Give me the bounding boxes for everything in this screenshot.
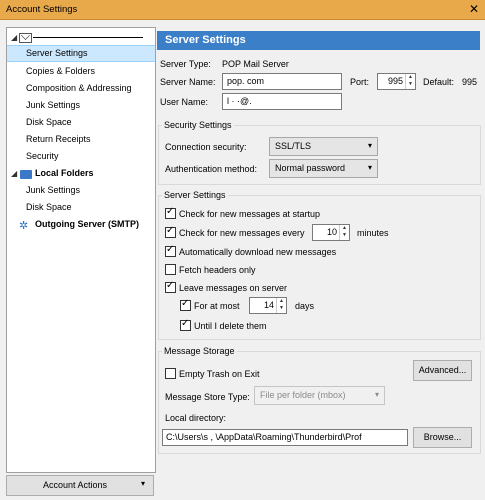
auto-download-checkbox[interactable] (165, 244, 176, 257)
tree-item-label: Junk Settings (26, 185, 81, 195)
user-name-input[interactable]: l · ·@. (222, 93, 342, 110)
store-type-select[interactable]: File per folder (mbox) ▾ (254, 386, 385, 405)
connection-security-select[interactable]: SSL/TLS ▾ (269, 137, 378, 156)
check-interval-stepper[interactable]: 10 ▲ ▼ (312, 224, 350, 241)
smtp-icon: ✲ (19, 220, 29, 232)
tree-item-composition[interactable]: Composition & Addressing (7, 80, 155, 97)
account-name-redacted (33, 37, 143, 38)
local-directory-input[interactable]: C:\Users\s , \AppData\Roaming\Thunderbir… (162, 429, 408, 446)
tree-item-local-disk-space[interactable]: Disk Space (7, 199, 155, 216)
store-type-label: Message Store Type: (165, 392, 250, 402)
browse-button[interactable]: Browse... (413, 427, 472, 448)
window-title: Account Settings (6, 4, 78, 15)
tree-outgoing-server[interactable]: ✲ Outgoing Server (SMTP) (7, 216, 155, 233)
auth-method-label: Authentication method: (165, 164, 258, 174)
stepper-arrows-icon[interactable]: ▲ ▼ (276, 298, 286, 313)
fetch-headers-label[interactable]: Fetch headers only (179, 265, 256, 275)
tree-item-label: Outgoing Server (SMTP) (35, 219, 140, 229)
tree-item-junk-settings[interactable]: Junk Settings (7, 97, 155, 114)
empty-trash-checkbox[interactable] (165, 368, 176, 379)
days-value: 14 (263, 300, 274, 310)
until-delete-label[interactable]: Until I delete them (194, 321, 267, 331)
tree-item-label: Return Receipts (26, 134, 91, 144)
connection-security-label: Connection security: (165, 142, 247, 152)
port-label: Port: (350, 77, 370, 87)
check-interval-value: 10 (326, 227, 337, 237)
account-actions-button[interactable]: Account Actions ▾ (6, 475, 154, 496)
account-tree[interactable]: ◢ Server Settings Copies & Folders Compo… (6, 27, 156, 473)
close-icon[interactable]: ✕ (469, 2, 479, 16)
leave-on-server-checkbox[interactable] (165, 280, 176, 293)
local-directory-value: C:\Users\s , \AppData\Roaming\Thunderbir… (166, 432, 362, 442)
tree-item-label: Disk Space (26, 117, 72, 127)
chevron-down-icon: ▾ (367, 141, 372, 150)
folder-icon (20, 170, 32, 179)
advanced-button[interactable]: Advanced... (413, 360, 472, 381)
for-at-most-checkbox[interactable] (180, 298, 191, 311)
days-stepper[interactable]: 14 ▲ ▼ (249, 297, 287, 314)
tree-item-label: Security (26, 151, 59, 161)
local-directory-label: Local directory: (165, 413, 227, 423)
page-title: Server Settings (165, 34, 246, 46)
chevron-down-icon: ▾ (374, 390, 379, 399)
check-startup-checkbox[interactable] (165, 206, 176, 219)
tree-item-label: Composition & Addressing (26, 83, 132, 93)
chevron-down-icon: ▾ (367, 163, 372, 172)
check-every-checkbox[interactable] (165, 225, 176, 238)
message-storage-title: Message Storage (162, 346, 237, 356)
tree-item-copies-folders[interactable]: Copies & Folders (7, 63, 155, 80)
title-bar: Account Settings ✕ (0, 0, 485, 20)
browse-button-label: Browse... (423, 432, 462, 442)
security-settings-title: Security Settings (162, 120, 234, 130)
server-settings-title: Server Settings (162, 190, 228, 200)
tree-item-label: Junk Settings (26, 100, 81, 110)
port-stepper[interactable]: 995 ▲ ▼ (377, 73, 416, 90)
empty-trash-label[interactable]: Empty Trash on Exit (179, 369, 260, 379)
tree-item-label: Local Folders (35, 168, 94, 178)
tree-local-folders[interactable]: ◢ Local Folders (7, 165, 155, 182)
dropdown-arrow-icon: ▾ (140, 479, 145, 488)
minutes-label: minutes (357, 228, 389, 238)
mail-account-icon (19, 33, 32, 43)
collapse-icon[interactable]: ◢ (11, 29, 17, 46)
tree-item-label: Copies & Folders (26, 66, 96, 76)
tree-item-label: Server Settings (26, 48, 88, 58)
tree-item-server-settings[interactable]: Server Settings (7, 45, 155, 62)
store-type-value: File per folder (mbox) (260, 390, 346, 400)
default-port-label: Default: (423, 77, 455, 87)
stepper-arrows-icon[interactable]: ▲ ▼ (405, 74, 415, 89)
tree-item-label: Disk Space (26, 202, 72, 212)
connection-security-value: SSL/TLS (275, 141, 312, 151)
account-actions-label: Account Actions (43, 480, 108, 490)
default-port-value: 995 (462, 77, 478, 87)
check-every-label[interactable]: Check for new messages every (179, 228, 305, 238)
tree-item-disk-space[interactable]: Disk Space (7, 114, 155, 131)
user-name-value: l · ·@. (227, 96, 252, 106)
server-type-label: Server Type: (160, 59, 211, 69)
tree-account-root[interactable]: ◢ (7, 29, 155, 46)
tree-item-security[interactable]: Security (7, 148, 155, 165)
check-startup-label[interactable]: Check for new messages at startup (179, 209, 320, 219)
auth-method-select[interactable]: Normal password ▾ (269, 159, 378, 178)
collapse-icon[interactable]: ◢ (11, 165, 17, 182)
port-value: 995 (387, 76, 403, 86)
server-name-label: Server Name: (160, 77, 216, 87)
tree-item-return-receipts[interactable]: Return Receipts (7, 131, 155, 148)
tree-item-local-junk[interactable]: Junk Settings (7, 182, 155, 199)
fetch-headers-checkbox[interactable] (165, 264, 176, 275)
server-type-value: POP Mail Server (222, 59, 289, 69)
user-name-label: User Name: (160, 97, 209, 107)
server-name-value: pop. com (227, 76, 265, 86)
advanced-button-label: Advanced... (418, 365, 467, 375)
for-at-most-label[interactable]: For at most (194, 301, 240, 311)
days-label: days (295, 301, 315, 311)
panel-header: Server Settings (157, 31, 480, 50)
until-delete-checkbox[interactable] (180, 318, 191, 331)
auto-download-label[interactable]: Automatically download new messages (179, 247, 336, 257)
stepper-arrows-icon[interactable]: ▲ ▼ (339, 225, 349, 240)
leave-on-server-label[interactable]: Leave messages on server (179, 283, 287, 293)
server-name-input[interactable]: pop. com (222, 73, 342, 90)
auth-method-value: Normal password (275, 163, 346, 173)
